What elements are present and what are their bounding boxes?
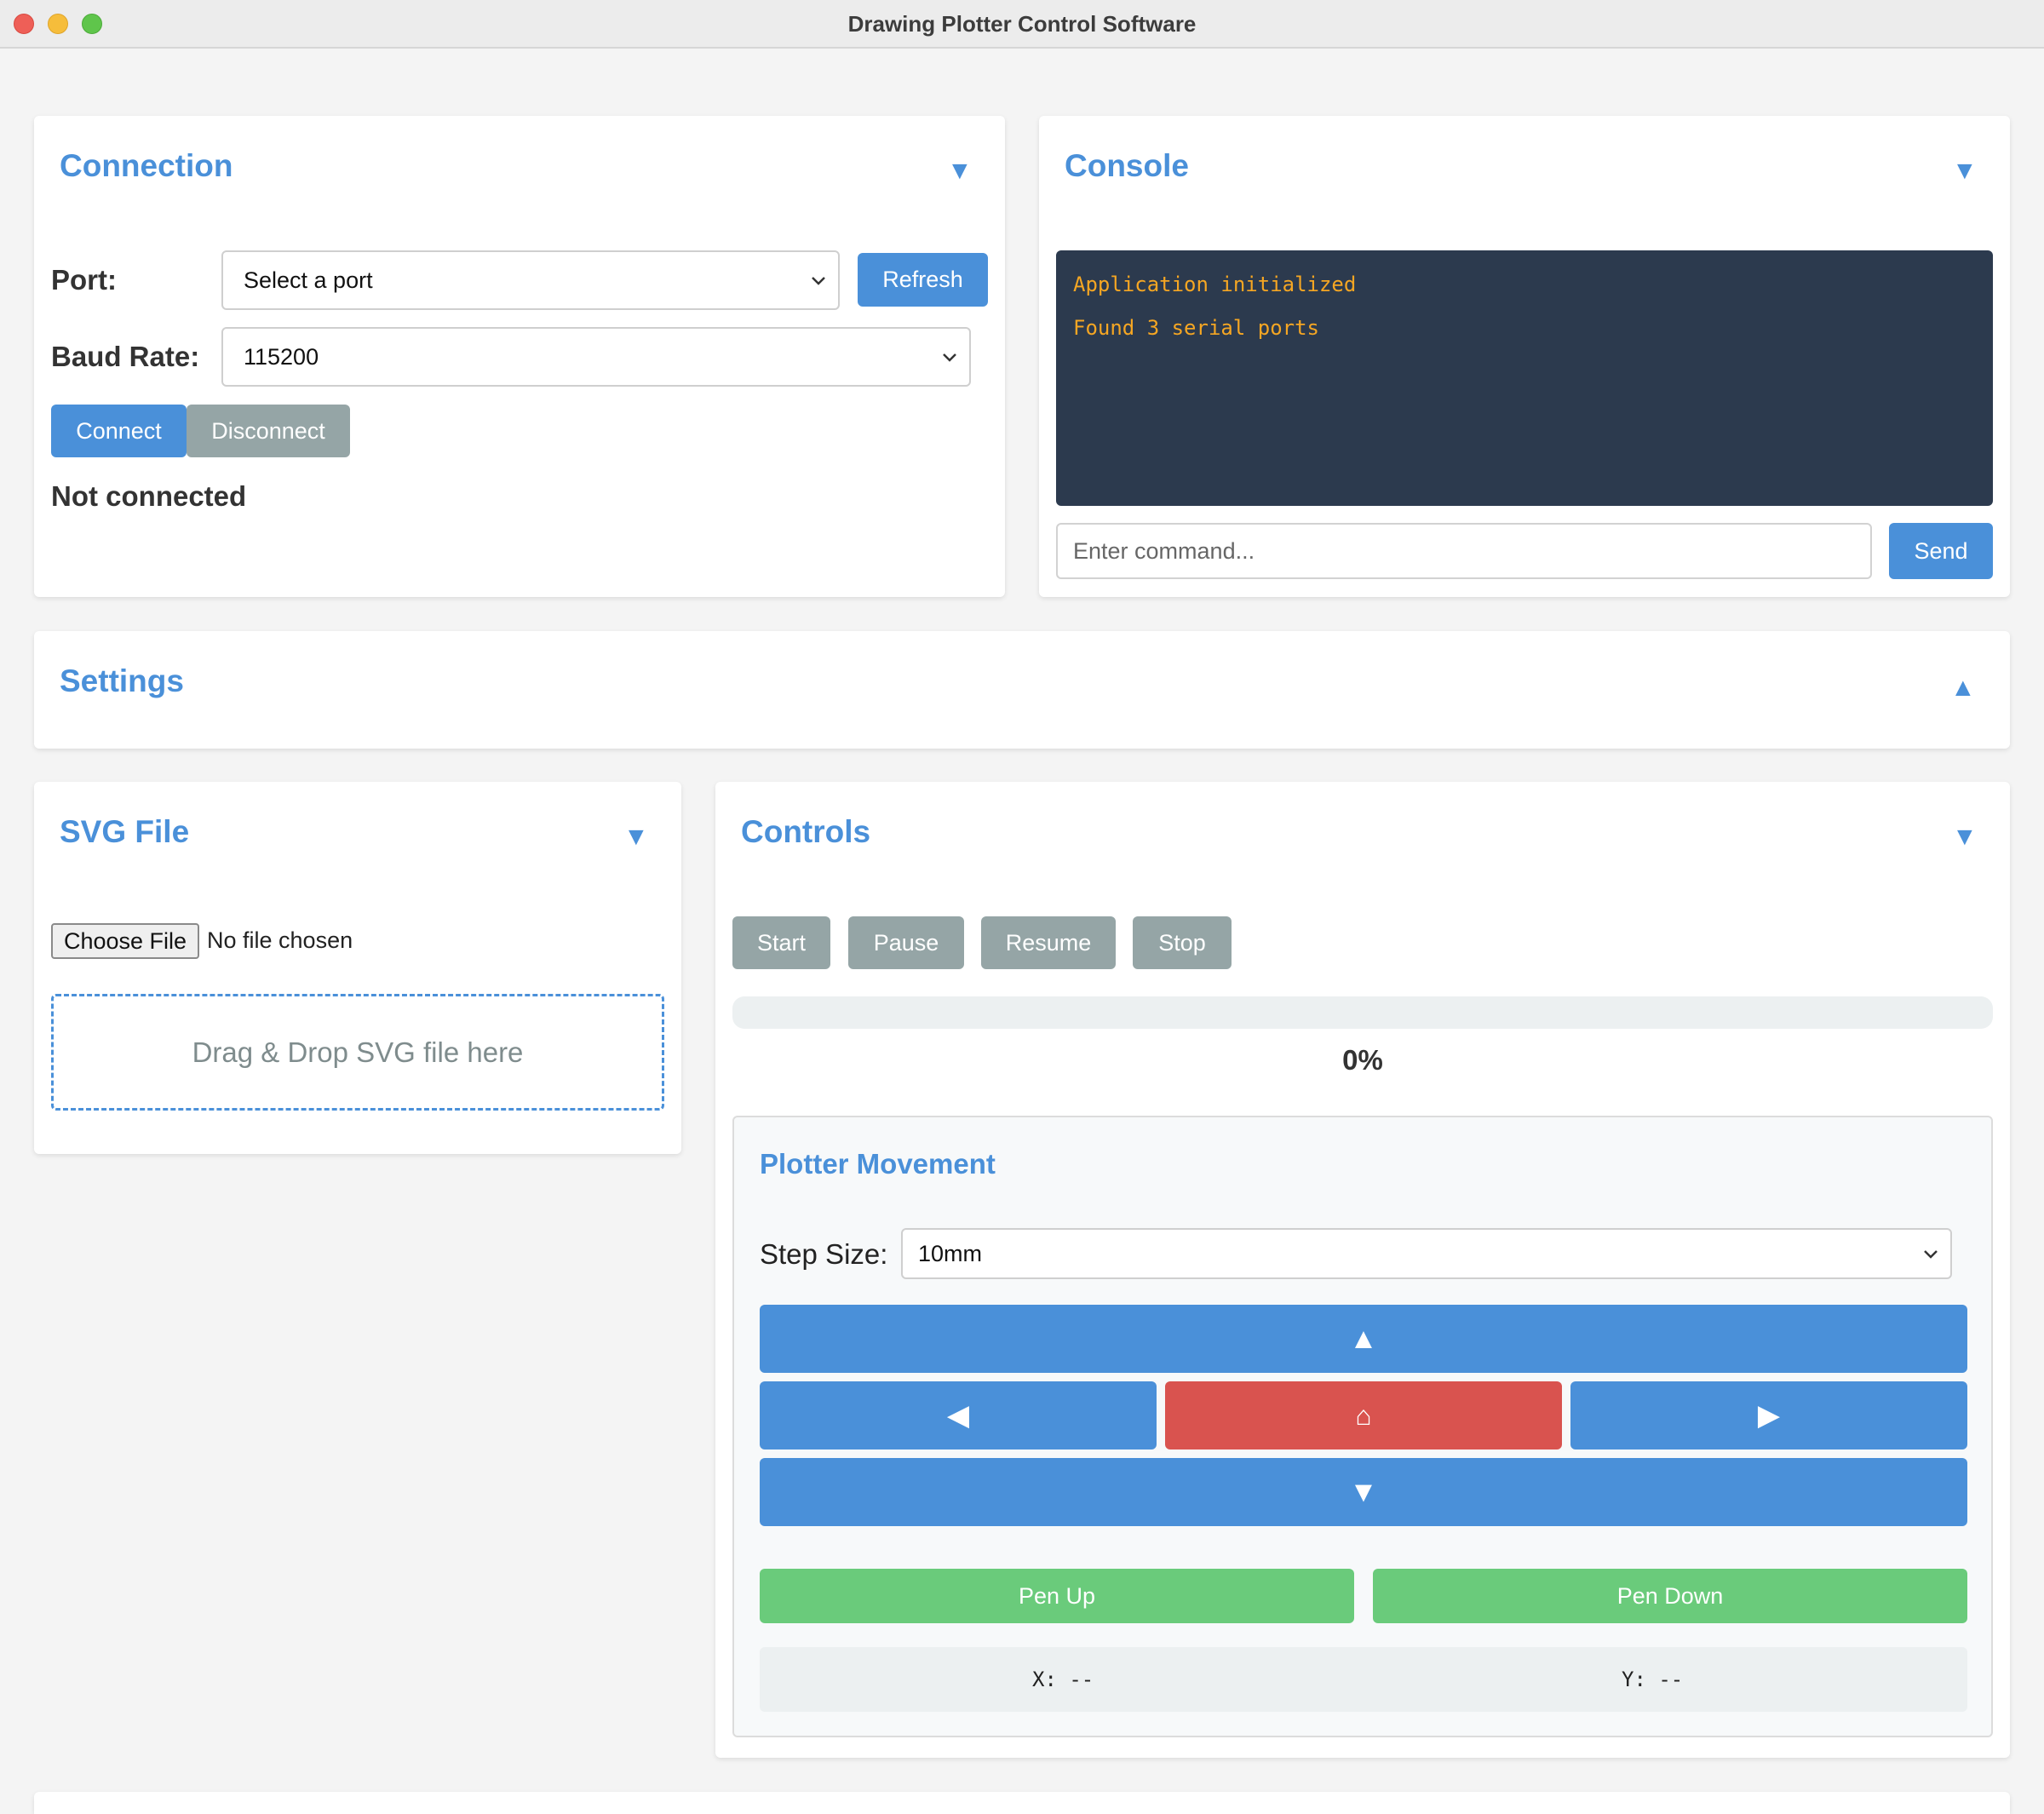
- svg-file-collapse-toggle[interactable]: ▼: [623, 824, 649, 850]
- connect-button[interactable]: Connect: [51, 405, 187, 457]
- console-line: Found 3 serial ports: [1073, 316, 1319, 340]
- start-button[interactable]: Start: [732, 916, 830, 969]
- y-position: Y: --: [1622, 1668, 1684, 1691]
- move-right-button[interactable]: ▶: [1570, 1381, 1967, 1449]
- svg-file-panel: SVG File ▼ Choose File No file chosen Dr…: [34, 782, 681, 1154]
- send-button[interactable]: Send: [1889, 523, 1993, 579]
- console-collapse-toggle[interactable]: ▼: [1952, 158, 1978, 184]
- connection-title: Connection: [60, 148, 233, 183]
- connection-panel: Connection ▼ Port: Select a port Refresh…: [34, 116, 1005, 597]
- x-position: X: --: [1032, 1668, 1094, 1691]
- console-line: Application initialized: [1073, 273, 1357, 296]
- chevron-down-icon: [943, 353, 956, 362]
- choose-file-button[interactable]: Choose File: [51, 923, 199, 959]
- controls-title: Controls: [741, 814, 871, 849]
- port-select[interactable]: Select a port: [221, 250, 840, 310]
- arrow-down-icon: ▼: [1349, 1475, 1378, 1508]
- arrow-left-icon: ◀: [946, 1399, 970, 1432]
- chevron-down-icon: [1924, 1250, 1938, 1259]
- plotter-movement-title: Plotter Movement: [760, 1148, 996, 1180]
- baud-rate-select[interactable]: 115200: [221, 327, 971, 387]
- console-panel: Console ▼ Application initialized Found …: [1039, 116, 2010, 597]
- refresh-button[interactable]: Refresh: [858, 253, 988, 307]
- arrow-up-icon: ▲: [1349, 1322, 1378, 1355]
- command-input[interactable]: Enter command...: [1056, 523, 1872, 579]
- plotter-movement-panel: Plotter Movement Step Size: 10mm ▲ ◀ ⌂ ▶: [732, 1116, 1993, 1737]
- footer-panel: [34, 1792, 2010, 1814]
- title-bar: Drawing Plotter Control Software: [0, 0, 2044, 49]
- resume-button[interactable]: Resume: [981, 916, 1116, 969]
- step-size-select[interactable]: 10mm: [901, 1228, 1952, 1279]
- app-window: Drawing Plotter Control Software Connect…: [0, 0, 2044, 1814]
- svg-dropzone[interactable]: Drag & Drop SVG file here: [51, 994, 664, 1111]
- move-left-button[interactable]: ◀: [760, 1381, 1157, 1449]
- settings-title: Settings: [60, 663, 184, 698]
- controls-panel: Controls ▼ Start Pause Resume Stop 0% Pl…: [715, 782, 2010, 1758]
- disconnect-button[interactable]: Disconnect: [187, 405, 350, 457]
- console-title: Console: [1065, 148, 1189, 183]
- settings-panel: Settings ▲: [34, 631, 2010, 749]
- svg-file-title: SVG File: [60, 814, 190, 849]
- baud-rate-value: 115200: [244, 343, 319, 370]
- pause-button[interactable]: Pause: [848, 916, 964, 969]
- window-title: Drawing Plotter Control Software: [847, 11, 1197, 37]
- stop-button[interactable]: Stop: [1133, 916, 1232, 969]
- connection-collapse-toggle[interactable]: ▼: [947, 158, 973, 184]
- arrow-right-icon: ▶: [1757, 1399, 1781, 1432]
- command-input-placeholder: Enter command...: [1073, 537, 1255, 564]
- pen-up-button[interactable]: Pen Up: [760, 1569, 1354, 1623]
- connection-status: Not connected: [51, 480, 247, 512]
- move-down-button[interactable]: ▼: [760, 1458, 1967, 1526]
- port-label: Port:: [51, 264, 117, 296]
- position-readout: X: -- Y: --: [760, 1647, 1967, 1712]
- home-button[interactable]: ⌂: [1165, 1381, 1562, 1449]
- baud-rate-label: Baud Rate:: [51, 341, 200, 372]
- port-select-value: Select a port: [244, 267, 373, 293]
- settings-expand-toggle[interactable]: ▲: [1950, 675, 1976, 701]
- home-icon: ⌂: [1355, 1399, 1372, 1431]
- controls-collapse-toggle[interactable]: ▼: [1952, 824, 1978, 850]
- file-status-text: No file chosen: [207, 927, 353, 953]
- pen-down-button[interactable]: Pen Down: [1373, 1569, 1967, 1623]
- progress-bar: [732, 996, 1993, 1029]
- console-output: Application initialized Found 3 serial p…: [1056, 250, 1993, 506]
- step-size-value: 10mm: [918, 1240, 983, 1266]
- move-up-button[interactable]: ▲: [760, 1305, 1967, 1373]
- progress-percent: 0%: [1342, 1044, 1383, 1076]
- chevron-down-icon: [812, 277, 825, 285]
- step-size-label: Step Size:: [760, 1238, 888, 1270]
